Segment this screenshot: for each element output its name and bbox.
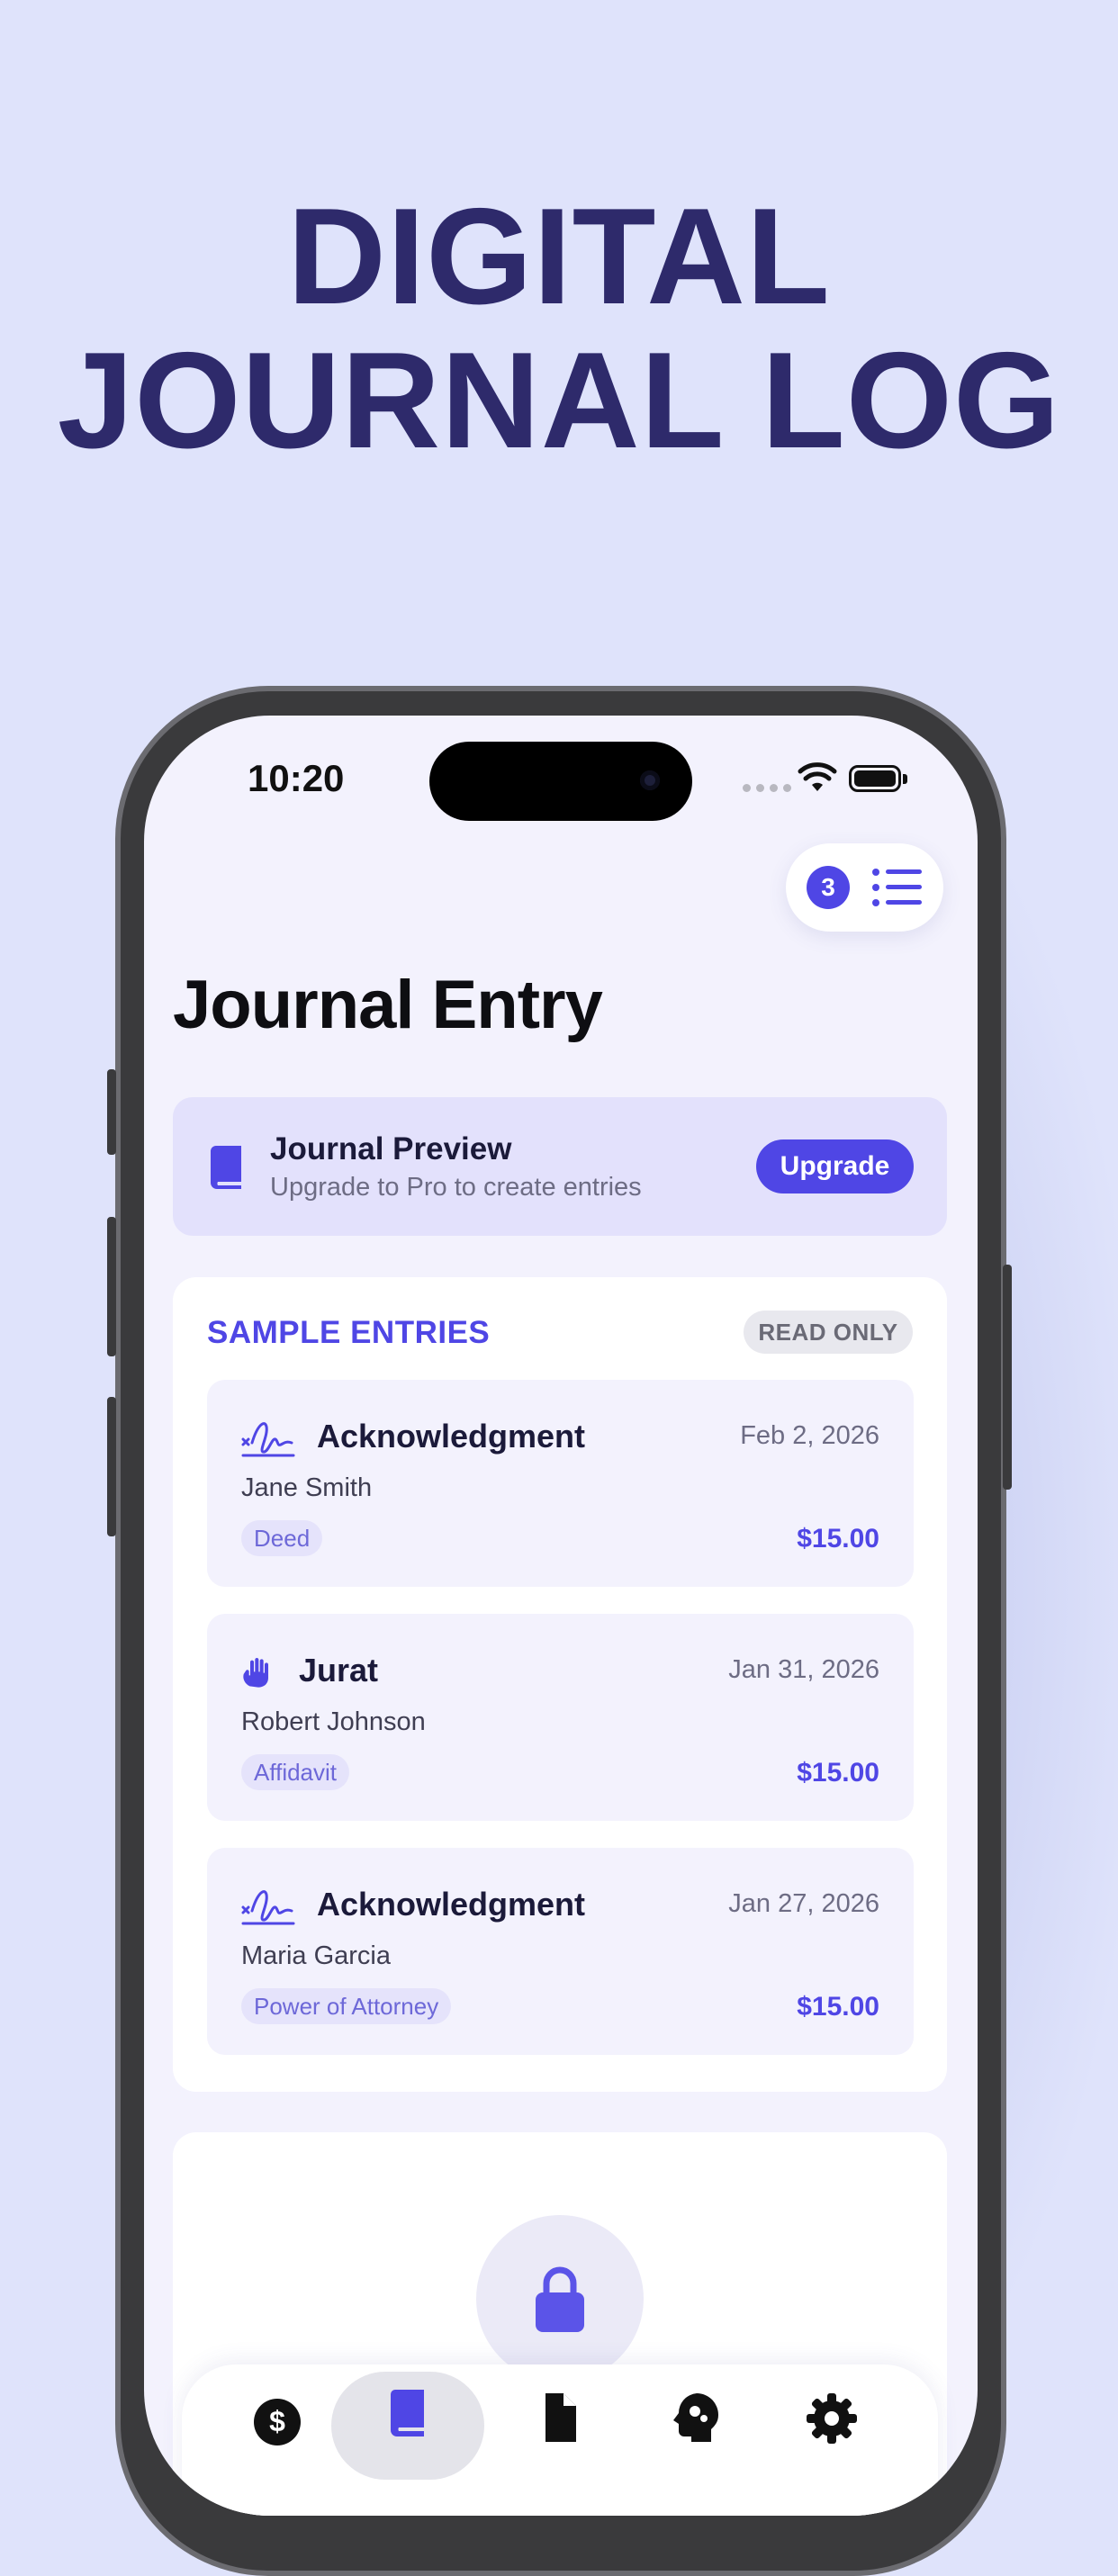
dynamic-island xyxy=(429,742,692,821)
battery-icon xyxy=(849,765,901,792)
entry-client: Maria Garcia xyxy=(241,1941,391,1970)
volume-up-button xyxy=(107,1217,116,1356)
tab-journal[interactable] xyxy=(372,2386,444,2440)
entry-document-tag: Deed xyxy=(241,1520,323,1556)
read-only-badge: READ ONLY xyxy=(744,1311,913,1354)
svg-text:$: $ xyxy=(269,2405,285,2437)
lock-icon xyxy=(536,2266,584,2332)
preview-subtitle: Upgrade to Pro to create entries xyxy=(270,1173,642,1202)
tab-bar: $ xyxy=(182,2364,938,2516)
hero-title-line-2: JOURNAL LOG xyxy=(57,324,1061,477)
phone-screen: 10:20 3 Journal Entry Journal Preview Up… xyxy=(144,716,978,2516)
document-icon xyxy=(545,2393,576,2442)
lock-badge xyxy=(476,2215,644,2382)
upgrade-button[interactable]: Upgrade xyxy=(756,1139,914,1193)
journal-preview-banner: Journal Preview Upgrade to Pro to create… xyxy=(173,1097,947,1236)
action-button xyxy=(107,1069,116,1155)
entry-document-tag: Affidavit xyxy=(241,1754,350,1790)
preview-title: Journal Preview xyxy=(270,1131,512,1166)
list-icon xyxy=(872,869,922,906)
wifi-icon xyxy=(798,762,837,791)
entry-type: Acknowledgment xyxy=(317,1886,586,1923)
power-button xyxy=(1003,1265,1012,1490)
book-icon xyxy=(391,2390,424,2436)
entry-client: Robert Johnson xyxy=(241,1707,426,1736)
entry-date: Feb 2, 2026 xyxy=(740,1421,879,1450)
entry-card[interactable]: Jurat Jan 31, 2026 Robert Johnson Affida… xyxy=(207,1614,914,1821)
battery-cap xyxy=(903,774,907,784)
entry-card[interactable]: Acknowledgment Feb 2, 2026 Jane Smith De… xyxy=(207,1380,914,1587)
tab-fees[interactable]: $ xyxy=(241,2393,313,2447)
camera-icon xyxy=(640,770,660,790)
entry-type: Acknowledgment xyxy=(317,1418,586,1455)
signature-icon xyxy=(241,1890,295,1925)
entry-card[interactable]: Acknowledgment Jan 27, 2026 Maria Garcia… xyxy=(207,1848,914,2055)
entry-fee: $15.00 xyxy=(797,1524,879,1554)
cellular-signal-icon xyxy=(743,784,791,792)
entry-fee: $15.00 xyxy=(797,1758,879,1788)
tab-assistant[interactable] xyxy=(661,2390,733,2444)
sample-entries-card: SAMPLE ENTRIES READ ONLY Acknowledgment … xyxy=(173,1277,947,2092)
entry-client: Jane Smith xyxy=(241,1473,373,1502)
entry-date: Jan 31, 2026 xyxy=(728,1655,879,1684)
raised-hand-icon xyxy=(243,1658,268,1688)
queue-count-badge: 3 xyxy=(807,866,850,909)
tab-documents[interactable] xyxy=(524,2390,596,2444)
hero-title-line-1: DIGITAL xyxy=(287,180,831,333)
entry-date: Jan 27, 2026 xyxy=(728,1889,879,1918)
book-icon xyxy=(211,1146,241,1189)
tab-settings[interactable] xyxy=(796,2390,868,2444)
status-time: 10:20 xyxy=(248,757,345,799)
entries-queue-button[interactable]: 3 xyxy=(786,843,943,932)
signature-icon xyxy=(241,1422,295,1457)
brain-icon xyxy=(673,2393,718,2442)
entry-type: Jurat xyxy=(299,1652,379,1689)
page-title: Journal Entry xyxy=(173,967,603,1043)
hero-title: DIGITAL JOURNAL LOG xyxy=(0,185,1118,473)
volume-down-button xyxy=(107,1397,116,1536)
section-title: SAMPLE ENTRIES xyxy=(207,1315,491,1350)
entry-fee: $15.00 xyxy=(797,1992,879,2022)
entry-document-tag: Power of Attorney xyxy=(241,1988,452,2024)
